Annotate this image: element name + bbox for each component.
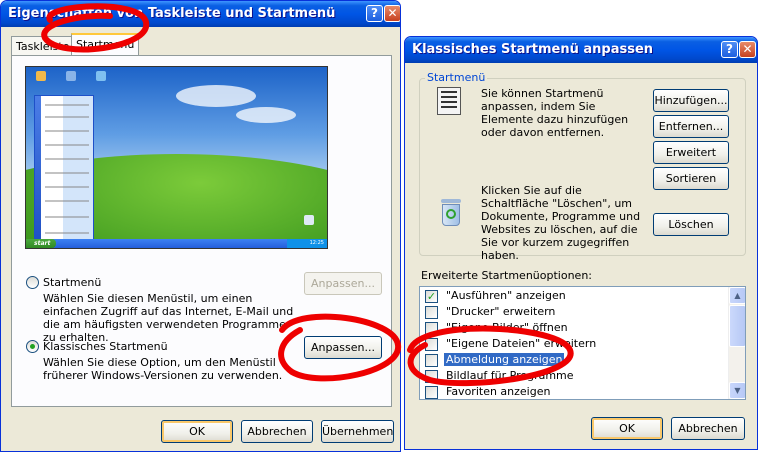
startmenu-option-description: Wählen Sie diesen Menüstil, um einen ein… <box>43 292 294 344</box>
title-bar[interactable]: Eigenschaften von Taskleiste und Startme… <box>1 1 400 27</box>
option-checkbox[interactable]: ✓ <box>425 290 438 303</box>
option-checkbox[interactable] <box>425 370 438 383</box>
startmenu-group-label: Startmenü <box>425 71 488 84</box>
menu-item <box>45 186 89 188</box>
menu-item <box>45 232 89 234</box>
apply-button[interactable]: Übernehmen <box>321 420 394 443</box>
customize-description: Sie können Startmenü anpassen, indem Sie… <box>481 87 629 139</box>
list-item[interactable]: Favoriten anzeigen <box>420 384 728 399</box>
menu-right-pane <box>63 96 93 246</box>
close-button[interactable]: ✕ <box>739 41 756 58</box>
option-checkbox[interactable] <box>425 338 438 351</box>
menu-item <box>45 172 89 174</box>
startmenu-option-label[interactable]: Startmenü <box>43 276 101 289</box>
preview-taskbar <box>26 239 327 248</box>
preview-cloud <box>176 85 256 107</box>
menu-item <box>45 216 89 218</box>
menu-item <box>45 104 89 106</box>
cancel-button[interactable]: Abbrechen <box>241 420 313 443</box>
preview-start-button: start <box>26 239 56 248</box>
preview-cloud <box>236 107 296 123</box>
desktop-icon <box>66 71 76 81</box>
advanced-options-label: Erweiterte Startmenüoptionen: <box>421 269 592 282</box>
remove-button[interactable]: Entfernen... <box>653 115 729 138</box>
tab-panel: start 12:25 Startmenü Wählen Sie diesen … <box>11 55 392 407</box>
classic-option-description: Wählen Sie diese Option, um den Menüstil… <box>43 356 283 382</box>
tab-startmenue[interactable]: Startmenü <box>71 33 140 56</box>
scroll-thumb[interactable] <box>729 305 745 347</box>
menu-item <box>45 130 89 132</box>
menu-item <box>45 116 89 118</box>
startmenu-radio[interactable] <box>26 276 39 289</box>
list-item[interactable]: "Eigene Bilder" öffnen <box>420 320 728 336</box>
cancel-button[interactable]: Abbrechen <box>671 417 745 440</box>
startmenu-customize-icon <box>437 87 461 115</box>
list-item[interactable]: "Eigene Dateien" erweitern <box>420 336 728 352</box>
advanced-button[interactable]: Erweitert <box>653 141 729 164</box>
classic-startmenu-radio[interactable] <box>26 340 39 353</box>
recycle-bin-icon <box>439 199 463 227</box>
list-item[interactable]: Bildlauf für Programme <box>420 368 728 384</box>
clear-description: Klicken Sie auf die Schaltfläche "Lösche… <box>481 184 641 262</box>
ok-button[interactable]: OK <box>591 417 663 440</box>
desktop-icon <box>96 71 106 81</box>
option-checkbox[interactable] <box>425 386 438 399</box>
option-checkbox[interactable] <box>425 322 438 335</box>
tab-label: Taskleiste <box>16 40 70 53</box>
option-label: "Eigene Dateien" erweitern <box>446 337 597 350</box>
list-scrollbar[interactable]: ▲ ▼ <box>728 287 745 399</box>
option-label: "Eigene Bilder" öffnen <box>446 321 568 334</box>
option-label: Bildlauf für Programme <box>446 369 574 382</box>
help-button[interactable]: ? <box>721 41 738 58</box>
option-label: Favoriten anzeigen <box>446 385 551 398</box>
desktop-icon <box>36 71 46 81</box>
preview-tray-clock: 12:25 <box>287 239 327 248</box>
recycle-bin-icon <box>304 215 314 225</box>
clear-button[interactable]: Löschen <box>653 213 729 236</box>
window-title: Klassisches Startmenü anpassen <box>412 42 654 57</box>
option-checkbox[interactable] <box>425 306 438 319</box>
scroll-down-button[interactable]: ▼ <box>729 382 745 399</box>
option-label: "Drucker" erweitern <box>446 305 556 318</box>
menu-item <box>45 200 89 202</box>
menu-item <box>45 144 89 146</box>
preview-start-menu <box>34 95 94 247</box>
classic-option-label[interactable]: Klassisches Startmenü <box>43 340 168 353</box>
add-button[interactable]: Hinzufügen... <box>653 89 729 112</box>
sort-button[interactable]: Sortieren <box>653 167 729 190</box>
help-button[interactable]: ? <box>366 5 383 22</box>
option-checkbox[interactable] <box>425 354 438 367</box>
list-item[interactable]: ✓ "Ausführen" anzeigen <box>420 288 728 304</box>
title-bar[interactable]: Klassisches Startmenü anpassen <box>405 37 757 63</box>
list-item[interactable]: "Drucker" erweitern <box>420 304 728 320</box>
start-menu-preview: start 12:25 <box>25 66 328 249</box>
menu-item <box>45 158 89 160</box>
customize-startmenu-button[interactable]: Anpassen... <box>304 272 382 295</box>
menu-strip <box>35 96 41 246</box>
close-button[interactable]: ✕ <box>384 5 400 22</box>
tab-label: Startmenü <box>76 38 135 51</box>
list-item-selected[interactable]: Abmeldung anzeigen <box>420 352 728 368</box>
option-label: Abmeldung anzeigen <box>444 353 565 366</box>
window-title: Eigenschaften von Taskleiste und Startme… <box>8 6 336 21</box>
customize-classic-button[interactable]: Anpassen... <box>304 336 382 359</box>
tab-taskleiste[interactable]: Taskleiste <box>11 36 75 56</box>
taskbar-properties-window: Eigenschaften von Taskleiste und Startme… <box>0 0 401 452</box>
scroll-up-button[interactable]: ▲ <box>729 287 745 304</box>
ok-button[interactable]: OK <box>161 420 233 443</box>
option-label: "Ausführen" anzeigen <box>446 289 566 302</box>
classic-startmenu-customize-window: Klassisches Startmenü anpassen ? ✕ Start… <box>404 36 758 450</box>
advanced-options-list[interactable]: ✓ "Ausführen" anzeigen "Drucker" erweite… <box>419 286 746 400</box>
